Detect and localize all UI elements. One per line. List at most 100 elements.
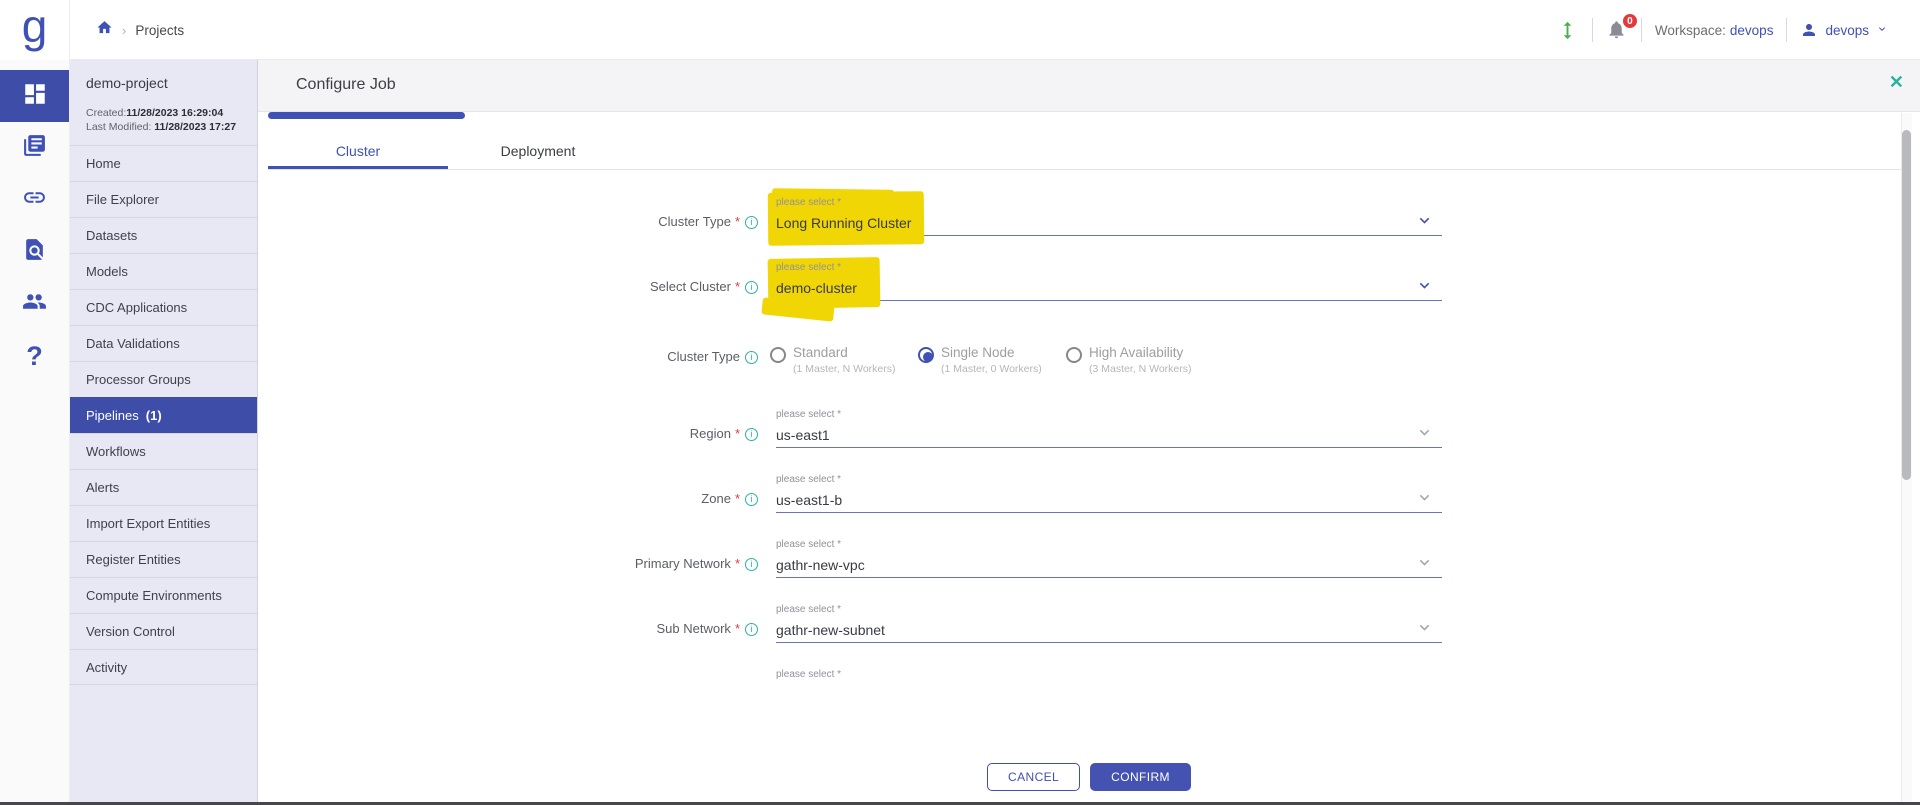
panel-title: Configure Job [296, 76, 396, 94]
project-name: demo-project [70, 60, 257, 93]
sidebar-item-import-export-entities[interactable]: Import Export Entities [70, 505, 257, 541]
select-field-trailing[interactable]: please select * [776, 670, 1442, 692]
sidebar-item-label: Register Entities [86, 552, 181, 567]
sidebar-item-version-control[interactable]: Version Control [70, 613, 257, 649]
help-icon: ? [26, 341, 43, 372]
workspace-selector[interactable]: Workspace:devops [1655, 23, 1774, 38]
sidebar-item-label: Data Validations [86, 336, 180, 351]
select-field-sub-network[interactable]: please select *gathr-new-subnet [776, 605, 1442, 670]
radio-options: Standard(1 Master, N Workers)Single Node… [770, 340, 1214, 410]
required-asterisk: * [735, 621, 740, 636]
info-icon: i [745, 216, 758, 229]
chevron-down-icon[interactable] [1415, 488, 1434, 512]
chevron-down-icon[interactable] [1415, 553, 1434, 577]
sidebar-item-label: Import Export Entities [86, 516, 210, 531]
field-label-text: Select Cluster [650, 279, 731, 294]
select-field-primary-network[interactable]: please select *gathr-new-vpc [776, 540, 1442, 605]
sidebar-item-activity[interactable]: Activity [70, 649, 257, 685]
sidebar-item-compute-environments[interactable]: Compute Environments [70, 577, 257, 613]
users-icon [22, 289, 47, 319]
breadcrumb-page[interactable]: Projects [135, 23, 184, 38]
radio-texts: High Availability(3 Master, N Workers) [1089, 344, 1192, 410]
scale-resize-icon[interactable] [1556, 19, 1579, 42]
info-icon: i [745, 281, 758, 294]
home-icon[interactable] [96, 19, 113, 41]
rail-item-users[interactable] [0, 278, 69, 330]
chevron-down-icon[interactable] [1415, 276, 1434, 300]
required-asterisk: * [735, 491, 740, 506]
field-placeholder: please select * [776, 670, 1442, 680]
info-icon: i [745, 351, 758, 364]
field-value: demo-cluster [776, 280, 1442, 297]
select-field-zone[interactable]: please select *us-east1-b [776, 475, 1442, 540]
select-field-region[interactable]: please select * us-east1 [776, 410, 1442, 475]
rail-item-data-explorer[interactable] [0, 226, 69, 278]
notification-badge: 0 [1621, 12, 1639, 30]
confirm-button[interactable]: CONFIRM [1090, 763, 1191, 791]
field-label-text: Cluster Type [667, 349, 740, 364]
radio-option-high-availability[interactable]: High Availability(3 Master, N Workers) [1066, 344, 1206, 410]
field-label-text: Region [690, 426, 731, 441]
sidebar-item-label: Models [86, 264, 128, 279]
chevron-down-icon[interactable] [1415, 423, 1434, 447]
tab-cluster[interactable]: Cluster [268, 132, 448, 169]
info-icon: i [745, 428, 758, 441]
sidebar-item-label: Activity [86, 660, 127, 675]
field-placeholder: please select * [776, 605, 1442, 615]
modified-value: 11/28/2023 17:27 [154, 121, 236, 133]
scrollbar-thumb[interactable] [1902, 130, 1911, 480]
person-icon [1800, 21, 1818, 39]
library-icon [22, 133, 47, 163]
sidebar-item-models[interactable]: Models [70, 253, 257, 289]
close-icon[interactable]: ✕ [1889, 73, 1904, 91]
dashboard-icon [22, 81, 48, 112]
sidebar-item-label: CDC Applications [86, 300, 187, 315]
sidebar-item-pipelines[interactable]: Pipelines(1) [70, 397, 257, 433]
link-icon [22, 185, 47, 215]
chevron-down-icon [1876, 23, 1888, 38]
active-panel-indicator [268, 112, 465, 119]
sidebar-item-label: Alerts [86, 480, 119, 495]
sidebar-item-label: Pipelines [86, 408, 139, 423]
field-underline [776, 642, 1442, 643]
sidebar-item-processor-groups[interactable]: Processor Groups [70, 361, 257, 397]
chevron-down-icon[interactable] [1415, 211, 1434, 235]
radio-title: Single Node [941, 344, 1042, 361]
select-field-select-cluster[interactable]: please select *demo-cluster [776, 263, 1442, 328]
sidebar-item-file-explorer[interactable]: File Explorer [70, 181, 257, 217]
chevron-down-icon[interactable] [1415, 618, 1434, 642]
info-icon: i [745, 493, 758, 506]
rail-item-library[interactable] [0, 122, 69, 174]
radio-title: High Availability [1089, 344, 1192, 361]
field-value: us-east1 [776, 427, 1442, 444]
radio-subtitle: (1 Master, 0 Workers) [941, 363, 1042, 375]
sidebar-item-data-validations[interactable]: Data Validations [70, 325, 257, 361]
rail-item-dashboard[interactable] [0, 70, 69, 122]
sidebar-item-workflows[interactable]: Workflows [70, 433, 257, 469]
breadcrumb: › Projects [96, 0, 184, 60]
brand-logo[interactable]: g [0, 0, 69, 60]
sidebar-item-label: Datasets [86, 228, 137, 243]
tab-deployment[interactable]: Deployment [448, 132, 628, 169]
rail-item-help[interactable]: ? [0, 330, 69, 382]
notifications-button[interactable]: 0 [1606, 19, 1628, 41]
sidebar-item-datasets[interactable]: Datasets [70, 217, 257, 253]
sidebar-item-register-entities[interactable]: Register Entities [70, 541, 257, 577]
rail-item-connections[interactable] [0, 174, 69, 226]
field-row-sub-network: Sub Network*iplease select *gathr-new-su… [258, 605, 1920, 670]
radio-option-single-node[interactable]: Single Node (1 Master, 0 Workers) [918, 344, 1058, 410]
form-actions: CANCEL CONFIRM [258, 763, 1920, 791]
radio-option-standard[interactable]: Standard(1 Master, N Workers) [770, 344, 910, 410]
user-menu[interactable]: devops [1800, 21, 1888, 39]
field-underline [776, 577, 1442, 578]
sidebar-item-home[interactable]: Home [70, 145, 257, 181]
field-label-text: Cluster Type [658, 214, 731, 229]
field-placeholder: please select * [776, 410, 1442, 420]
field-value: us-east1-b [776, 492, 1442, 509]
sidebar-item-alerts[interactable]: Alerts [70, 469, 257, 505]
select-field-cluster-type[interactable]: please select *Long Running Cluster [776, 198, 1442, 263]
sidebar-item-cdc-applications[interactable]: CDC Applications [70, 289, 257, 325]
cancel-button[interactable]: CANCEL [987, 763, 1080, 791]
field-row-region: Region*iplease select *us-east1 [258, 410, 1920, 475]
sidebar-item-label: Compute Environments [86, 588, 222, 603]
